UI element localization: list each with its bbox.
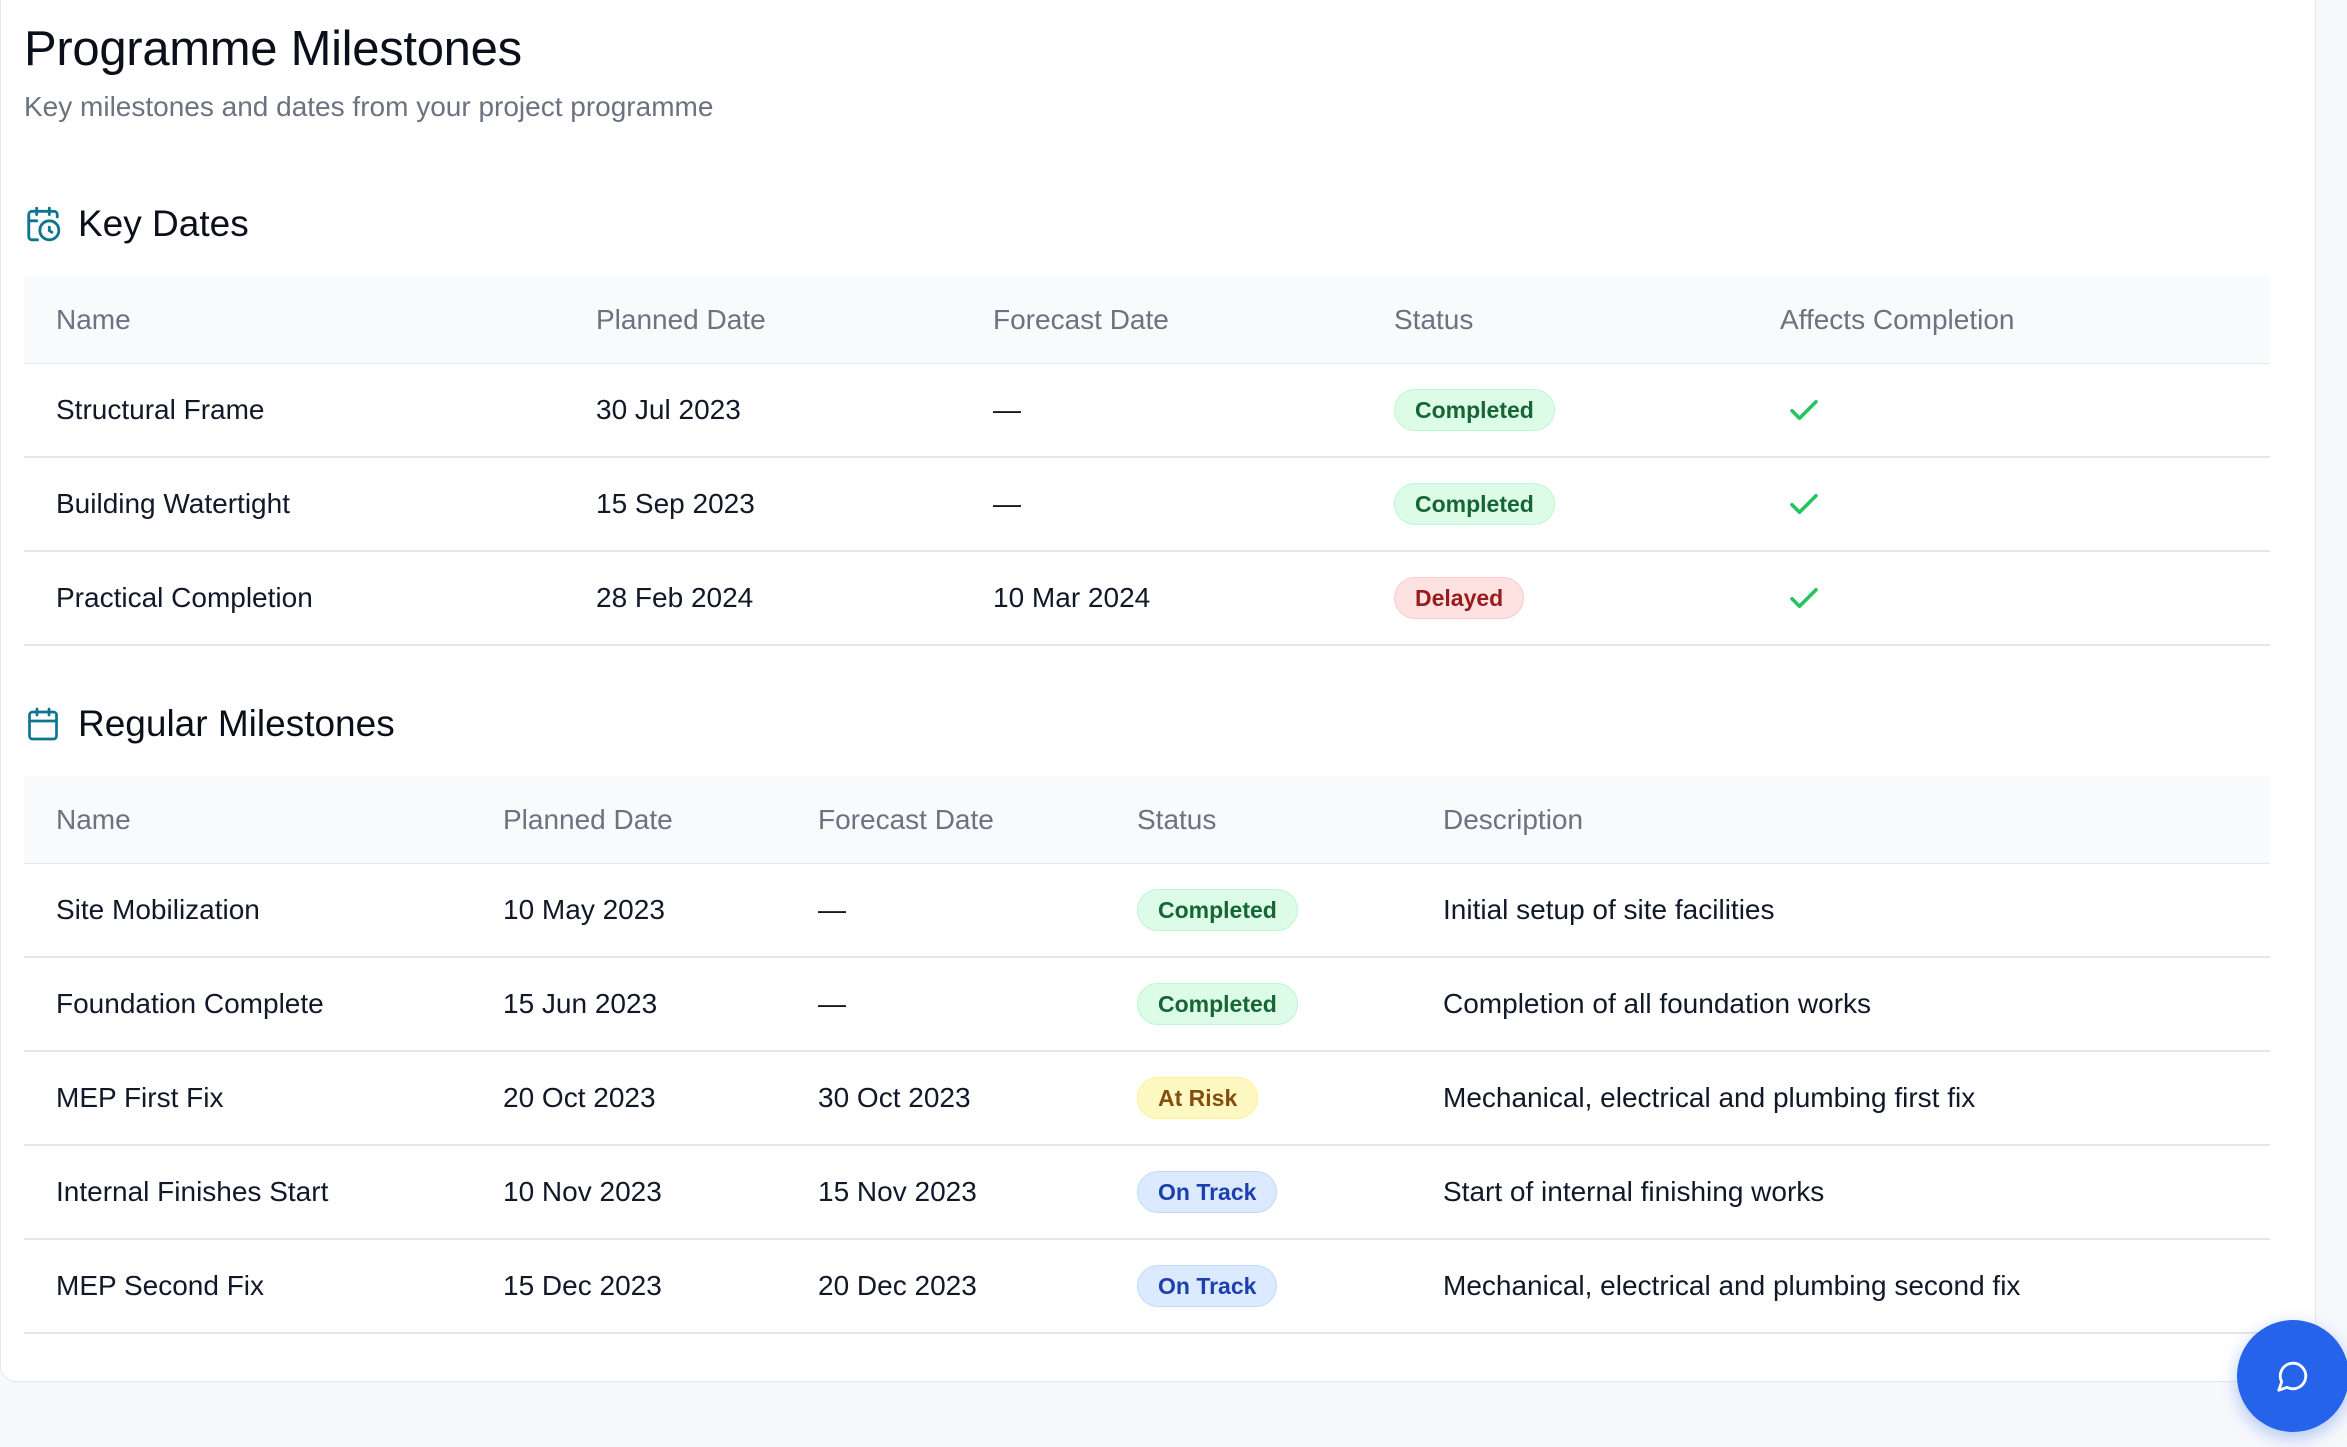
milestone-description: Mechanical, electrical and plumbing seco… [1443,1270,2021,1301]
forecast-date: — [818,894,846,925]
regular-milestones-title: Regular Milestones [78,703,395,744]
chat-bubble-icon [2276,1359,2310,1393]
page-subtitle: Key milestones and dates from your proje… [24,91,714,122]
column-header-forecast-date[interactable]: Forecast Date [993,276,1169,364]
milestone-name: Internal Finishes Start [56,1176,329,1207]
planned-date: 28 Feb 2024 [596,582,754,613]
chat-button[interactable] [2237,1320,2347,1432]
planned-date: 15 Jun 2023 [503,988,658,1019]
milestone-description: Mechanical, electrical and plumbing firs… [1443,1082,1976,1113]
milestone-description: Start of internal finishing works [1443,1176,1825,1207]
key-dates-title: Key Dates [78,203,249,244]
table-row[interactable]: Building Watertight 15 Sep 2023 — Completed [24,458,2270,552]
status-badge: At Risk [1137,1077,1259,1119]
planned-date: 15 Sep 2023 [596,488,755,519]
page-title: Programme Milestones [24,22,522,76]
milestone-name: Site Mobilization [56,894,260,925]
status-cell: Delayed [1394,552,1525,644]
status-cell: Completed [1394,458,1555,550]
column-header-name[interactable]: Name [56,276,131,364]
table-row[interactable]: MEP First Fix 20 Oct 2023 30 Oct 2023 At Ri… [24,1052,2270,1146]
column-header-description[interactable]: Description [1443,776,1583,864]
forecast-date: 30 Oct 2023 [818,1082,971,1113]
planned-date: 20 Oct 2023 [503,1082,656,1113]
forecast-date: — [993,488,1021,519]
regular-milestones-table-body: Site Mobilization 10 May 2023 — Completed In… [24,864,2270,1334]
status-badge: Completed [1394,483,1555,525]
status-badge: Delayed [1394,577,1525,619]
milestone-description: Completion of all foundation works [1443,988,1872,1019]
key-dates-table-body: Structural Frame 30 Jul 2023— Completed Bui… [24,364,2270,646]
status-cell: At Risk [1137,1052,1259,1144]
regular-milestones-table-header: Name Planned Date Forecast Date Status D… [24,776,2270,864]
table-row[interactable]: Foundation Complete 15 Jun 2023 — Completed… [24,958,2270,1052]
affects-completion-cell [1786,458,1822,550]
status-badge: On Track [1137,1265,1278,1307]
status-badge: Completed [1137,983,1298,1025]
checkmark-icon [1786,486,1822,522]
forecast-date: 20 Dec 2023 [818,1270,977,1301]
status-cell: On Track [1137,1146,1278,1238]
milestone-name: Practical Completion [56,582,313,613]
regular-milestones-header: Regular Milestones [24,701,395,747]
planned-date: 10 Nov 2023 [503,1176,662,1207]
milestone-name: Structural Frame [56,394,265,425]
calendar-clock-icon [24,204,62,244]
status-cell: Completed [1394,364,1555,456]
column-header-planned-date[interactable]: Planned Date [596,276,766,364]
planned-date: 30 Jul 2023 [596,394,741,425]
status-badge: Completed [1394,389,1555,431]
key-dates-header: Key Dates [24,201,249,247]
affects-completion-cell [1786,552,1822,644]
milestone-name: Foundation Complete [56,988,324,1019]
key-dates-table: Name Planned Date Forecast Date Status A… [24,276,2270,646]
column-header-forecast-date[interactable]: Forecast Date [818,776,994,864]
status-cell: Completed [1137,958,1298,1050]
regular-milestones-table: Name Planned Date Forecast Date Status D… [24,776,2270,1334]
milestone-name: Building Watertight [56,488,290,519]
column-header-status[interactable]: Status [1394,276,1473,364]
milestone-name: MEP First Fix [56,1082,224,1113]
column-header-name[interactable]: Name [56,776,131,864]
forecast-date: 10 Mar 2024 [993,582,1151,613]
milestones-card: Programme Milestones Key milestones and … [0,0,2316,1382]
column-header-affects-completion[interactable]: Affects Completion [1780,276,2015,364]
status-badge: Completed [1137,889,1298,931]
calendar-icon [24,704,62,744]
milestone-name: MEP Second Fix [56,1270,265,1301]
column-header-planned-date[interactable]: Planned Date [503,776,673,864]
status-cell: On Track [1137,1240,1278,1332]
table-row[interactable]: MEP Second Fix 15 Dec 2023 20 Dec 2023 On T… [24,1240,2270,1334]
checkmark-icon [1786,580,1822,616]
planned-date: 10 May 2023 [503,894,665,925]
table-row[interactable]: Structural Frame 30 Jul 2023 — Completed [24,364,2270,458]
checkmark-icon [1786,392,1822,428]
forecast-date: 15 Nov 2023 [818,1176,977,1207]
affects-completion-cell [1786,364,1822,456]
table-row[interactable]: Site Mobilization 10 May 2023 — Completed In… [24,864,2270,958]
status-cell: Completed [1137,864,1298,956]
forecast-date: — [993,394,1021,425]
column-header-status[interactable]: Status [1137,776,1216,864]
status-badge: On Track [1137,1171,1278,1213]
key-dates-table-header: Name Planned Date Forecast Date Status A… [24,276,2270,364]
table-row[interactable]: Practical Completion 28 Feb 2024 10 Mar 20… [24,552,2270,646]
milestone-description: Initial setup of site facilities [1443,894,1775,925]
planned-date: 15 Dec 2023 [503,1270,662,1301]
forecast-date: — [818,988,846,1019]
table-row[interactable]: Internal Finishes Start 10 Nov 2023 15 Nov… [24,1146,2270,1240]
